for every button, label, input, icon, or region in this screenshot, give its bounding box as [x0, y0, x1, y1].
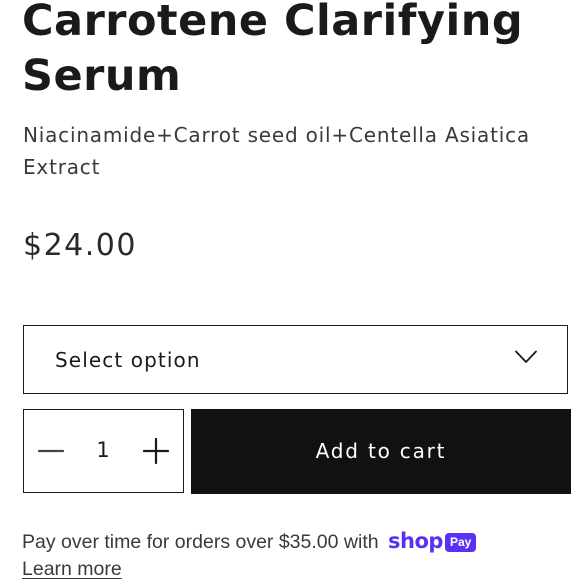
decrease-quantity-button[interactable]	[24, 410, 78, 491]
quantity-input[interactable]: 1	[78, 437, 128, 463]
shop-pay-logo: shop	[388, 529, 443, 553]
installments-text: Pay over time for orders over $35.00 wit…	[22, 531, 379, 553]
add-to-cart-label: Add to cart	[315, 439, 447, 463]
increase-quantity-button[interactable]	[129, 410, 183, 491]
variant-select[interactable]: Select option	[23, 325, 568, 394]
minus-icon	[38, 449, 64, 452]
add-to-cart-button[interactable]: Add to cart	[191, 409, 571, 494]
chevron-down-icon	[515, 350, 537, 363]
installments-message: Pay over time for orders over $35.00 wit…	[22, 528, 572, 555]
learn-more-link[interactable]: Learn more	[22, 556, 122, 580]
quantity-stepper: 1	[23, 409, 184, 493]
product-subtitle: Niacinamide+Carrot seed oil+Centella Asi…	[23, 123, 530, 179]
shop-pay-badge: Pay	[444, 533, 477, 552]
product-info-panel: Carrotene Clarifying Serum Niacinamide+C…	[0, 0, 580, 580]
product-title: Carrotene Clarifying Serum	[22, 0, 524, 101]
product-price: $24.00	[23, 228, 137, 263]
variant-select-label: Select option	[55, 348, 201, 372]
plus-icon	[143, 437, 169, 464]
